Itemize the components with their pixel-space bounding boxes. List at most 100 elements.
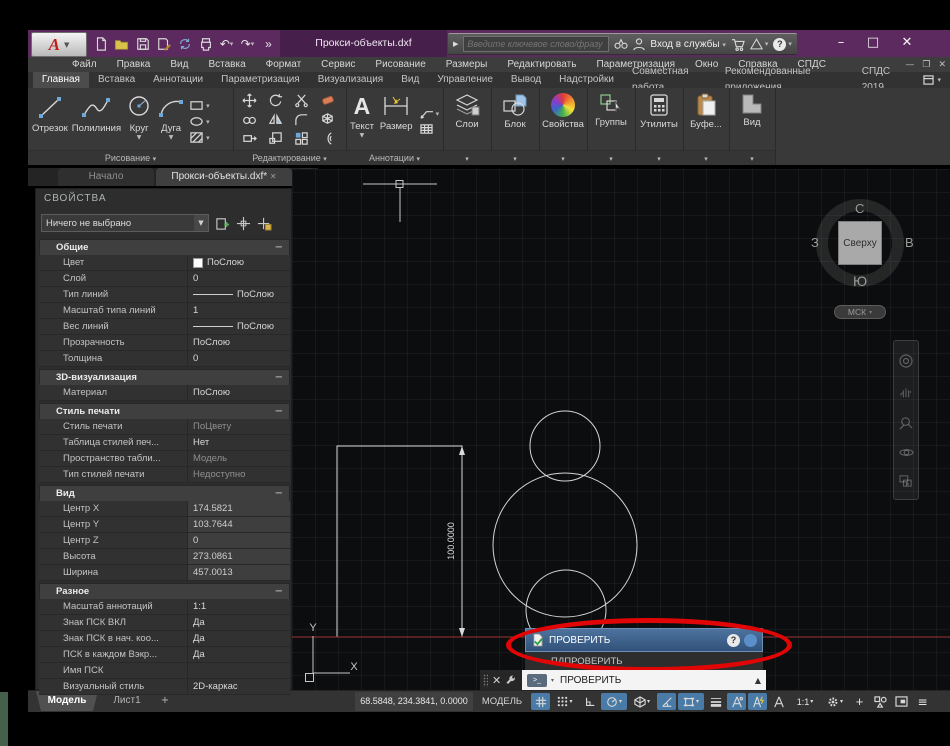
section-view[interactable]: Вид−: [39, 485, 290, 501]
groups-button[interactable]: Группы: [587, 88, 635, 149]
undo-button[interactable]: ↶▾: [218, 35, 235, 52]
viewcube-west[interactable]: З: [811, 235, 819, 250]
print-button[interactable]: [197, 35, 214, 52]
maximize-button[interactable]: □: [860, 30, 886, 56]
osnap-tracking-toggle[interactable]: [657, 693, 676, 710]
ribbon-tab-addins[interactable]: Надстройки: [550, 72, 623, 88]
expand-history-icon[interactable]: ▲: [755, 676, 761, 685]
grid-toggle[interactable]: [531, 693, 550, 710]
view-button[interactable]: Вид: [729, 88, 775, 149]
save-as-button[interactable]: [155, 35, 172, 52]
panel-title-groups[interactable]: ▾: [587, 150, 635, 165]
doc-restore-button[interactable]: ❐: [918, 60, 934, 70]
search-input[interactable]: [463, 36, 609, 52]
file-tab-active[interactable]: Прокси-объекты.dxf* ✕: [156, 168, 292, 186]
new-file-button[interactable]: [92, 35, 109, 52]
redo-button[interactable]: ↷▾: [239, 35, 256, 52]
isolate-objects-button[interactable]: [871, 693, 890, 710]
orbit-icon[interactable]: [899, 446, 914, 459]
menu-insert[interactable]: Вставка: [198, 57, 255, 72]
help-button[interactable]: ?▾: [773, 38, 792, 51]
panel-title-block[interactable]: ▾: [491, 150, 539, 165]
annotation-visibility-toggle[interactable]: [727, 693, 746, 710]
app-store-cart-icon[interactable]: [731, 38, 745, 51]
panel-title-layers[interactable]: ▾: [443, 150, 491, 165]
selection-dropdown[interactable]: Ничего не выбрано▼: [41, 214, 209, 232]
text-button[interactable]: A Текст ▼: [350, 88, 374, 149]
erase-icon[interactable]: [320, 93, 335, 108]
menu-dimensions[interactable]: Размеры: [436, 57, 498, 72]
panel-title-annotation[interactable]: Аннотации ▾: [346, 150, 443, 165]
trim-icon[interactable]: [294, 93, 309, 108]
dimension-text[interactable]: 100.0000: [446, 522, 456, 560]
minimize-button[interactable]: –: [828, 30, 854, 56]
fillet-icon[interactable]: [294, 112, 309, 127]
rectangle-tool-button[interactable]: ▾: [189, 99, 210, 112]
command-input[interactable]: [558, 674, 751, 687]
exchange-apps-button[interactable]: ▾: [750, 38, 769, 50]
ortho-toggle[interactable]: [580, 693, 599, 710]
menu-draw[interactable]: Рисование: [365, 57, 435, 72]
panel-title-properties[interactable]: ▾: [539, 150, 587, 165]
panel-title-utilities[interactable]: ▾: [635, 150, 683, 165]
panel-title-clipboard[interactable]: ▾: [683, 150, 729, 165]
offset-icon[interactable]: [320, 131, 335, 146]
menu-tools[interactable]: Сервис: [311, 57, 365, 72]
customization-gear-button[interactable]: ▾: [822, 693, 848, 710]
ribbon-tab-visualize[interactable]: Визуализация: [309, 72, 392, 88]
wrench-icon[interactable]: [505, 675, 517, 687]
viewcube-south[interactable]: Ю: [853, 273, 867, 289]
circle-object-small-top[interactable]: [530, 411, 600, 481]
ribbon-tab-manage[interactable]: Управление: [428, 72, 502, 88]
file-tab-start[interactable]: Начало: [58, 168, 154, 186]
section-misc[interactable]: Разное−: [39, 583, 290, 599]
signin-button[interactable]: Вход в службы ▾: [650, 39, 725, 50]
snap-toggle[interactable]: ▾: [552, 693, 578, 710]
dimension-button[interactable]: Размер: [380, 88, 413, 149]
quick-select-icon[interactable]: [215, 216, 230, 231]
menu-modify[interactable]: Редактировать: [497, 57, 586, 72]
zoom-icon[interactable]: [899, 415, 914, 430]
qat-more-button[interactable]: »: [260, 35, 277, 52]
move-icon[interactable]: [242, 93, 257, 108]
viewcube-face-top[interactable]: Сверху: [838, 221, 882, 265]
user-icon[interactable]: [633, 38, 645, 51]
annotation-autoscale-toggle[interactable]: [748, 693, 767, 710]
section-plotstyle[interactable]: Стиль печати−: [39, 403, 290, 419]
ellipse-tool-button[interactable]: ▾: [189, 115, 210, 128]
ribbon-tab-annotate[interactable]: Аннотации: [144, 72, 212, 88]
showmotion-icon[interactable]: [899, 475, 913, 487]
ribbon-tab-home[interactable]: Главная: [33, 72, 89, 88]
explode-icon[interactable]: [320, 112, 335, 127]
search-binoculars-icon[interactable]: [614, 38, 628, 50]
circle-object-large[interactable]: [493, 473, 637, 617]
ribbon-tab-insert[interactable]: Вставка: [89, 72, 144, 88]
panel-title-modify[interactable]: Редактирование ▾: [233, 150, 346, 165]
ribbon-display-toggle[interactable]: ▾: [914, 72, 950, 88]
clipboard-button[interactable]: Буфе...: [683, 88, 729, 149]
viewcube-east[interactable]: В: [905, 235, 914, 250]
section-3d[interactable]: 3D-визуализация−: [39, 369, 290, 385]
properties-button[interactable]: Свойства: [539, 88, 587, 149]
toggle-pickadd-icon[interactable]: [257, 216, 272, 231]
close-icon[interactable]: ✕: [492, 674, 501, 687]
menu-format[interactable]: Формат: [256, 57, 312, 72]
scale-icon[interactable]: [268, 131, 283, 146]
close-tab-icon[interactable]: ✕: [270, 172, 277, 181]
command-prompt-icon[interactable]: >_: [527, 674, 547, 687]
polar-tracking-toggle[interactable]: ▾: [601, 693, 627, 710]
leader-tool-button[interactable]: ▾: [419, 108, 440, 120]
ribbon-tab-parametric[interactable]: Параметризация: [212, 72, 309, 88]
viewcube-north[interactable]: С: [855, 201, 864, 216]
arc-button[interactable]: Дуга ▼: [157, 88, 185, 149]
mirror-icon[interactable]: [268, 112, 283, 127]
isodraft-toggle[interactable]: ▾: [629, 693, 655, 710]
panel-title-draw[interactable]: Рисование ▾: [28, 150, 233, 165]
panel-title-view[interactable]: ▾: [729, 150, 775, 165]
utilities-button[interactable]: Утилиты: [635, 88, 683, 149]
navigation-wheel-icon[interactable]: [898, 353, 914, 369]
rectangle-object[interactable]: [337, 446, 462, 637]
ribbon-tab-output[interactable]: Вывод: [502, 72, 550, 88]
drag-handle-icon[interactable]: [483, 674, 488, 687]
stretch-icon[interactable]: [242, 131, 257, 146]
